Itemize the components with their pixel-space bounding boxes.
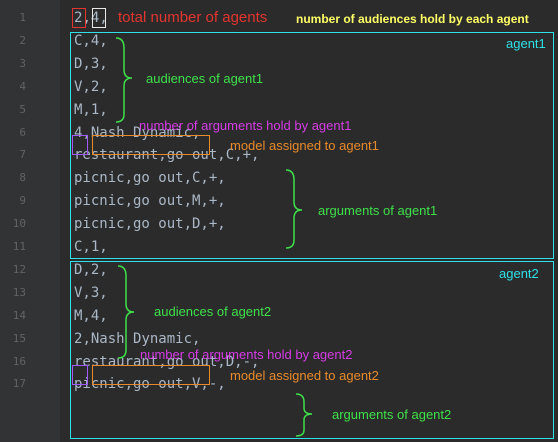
arguments-agent1-brace — [285, 169, 303, 249]
audiences-agent2-brace — [117, 265, 135, 359]
audiences-agent1-brace — [115, 37, 133, 123]
arguments-agent2-brace — [295, 393, 313, 437]
brace-overlay — [115, 37, 313, 437]
